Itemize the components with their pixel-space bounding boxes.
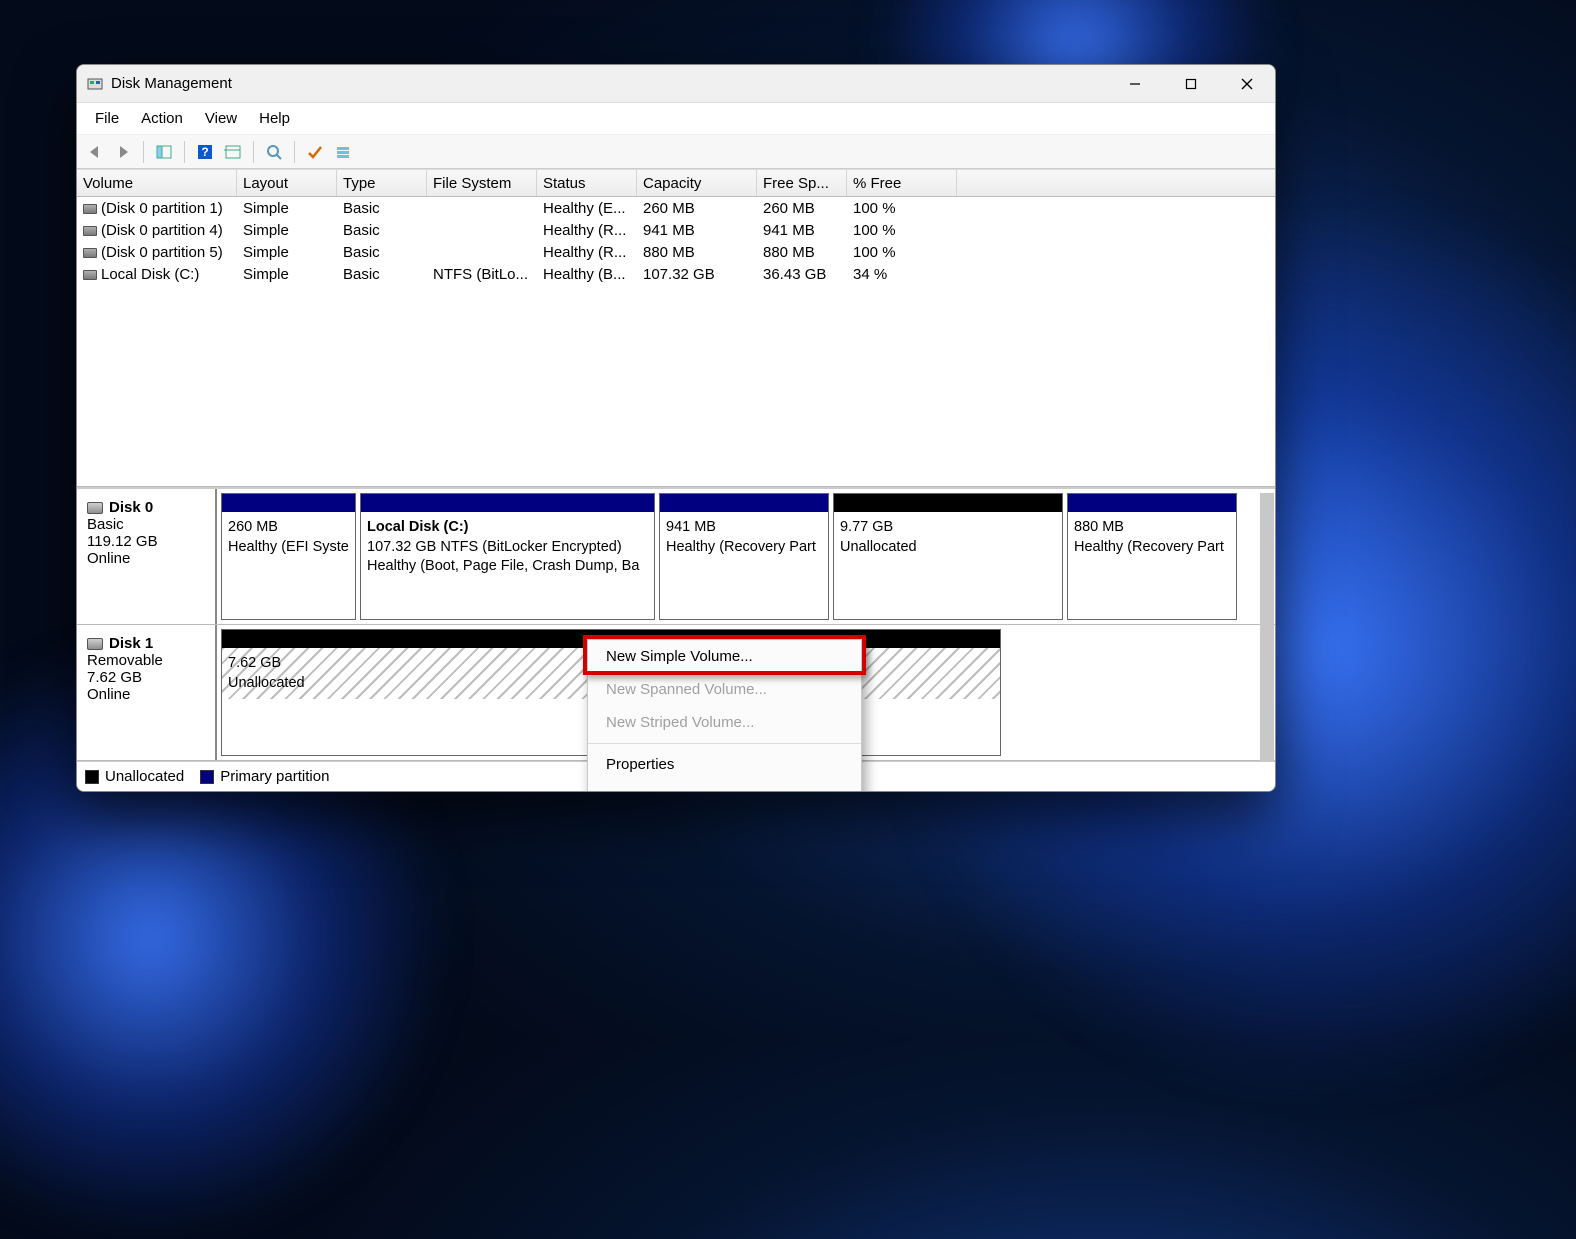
partition[interactable]: Local Disk (C:)107.32 GB NTFS (BitLocker… [360, 493, 655, 620]
col-layout[interactable]: Layout [237, 170, 337, 196]
list-view-icon[interactable] [331, 140, 355, 164]
col-filesystem[interactable]: File System [427, 170, 537, 196]
toolbar: ? [77, 135, 1275, 169]
volume-table-header: Volume Layout Type File System Status Ca… [77, 169, 1275, 197]
disk0-label[interactable]: Disk 0 Basic 119.12 GB Online [77, 489, 217, 624]
svg-text:?: ? [201, 145, 208, 159]
nav-back-icon[interactable] [83, 140, 107, 164]
col-capacity[interactable]: Capacity [637, 170, 757, 196]
table-row[interactable]: (Disk 0 partition 5)SimpleBasicHealthy (… [77, 241, 1275, 263]
partition[interactable]: 9.77 GBUnallocated [833, 493, 1063, 620]
context-menu-item[interactable]: New Simple Volume... [588, 640, 861, 673]
table-row[interactable]: Local Disk (C:)SimpleBasicNTFS (BitLo...… [77, 263, 1275, 285]
col-volume[interactable]: Volume [77, 170, 237, 196]
disk-icon [87, 502, 103, 514]
legend-swatch-primary [200, 770, 214, 784]
minimize-button[interactable] [1107, 65, 1163, 103]
help-icon[interactable]: ? [193, 140, 217, 164]
context-menu-item[interactable]: Help [588, 781, 861, 792]
nav-forward-icon[interactable] [111, 140, 135, 164]
menu-help[interactable]: Help [249, 106, 300, 131]
context-menu-item[interactable]: Properties [588, 748, 861, 781]
show-hide-console-tree-icon[interactable] [152, 140, 176, 164]
context-menu-item: New Spanned Volume... [588, 673, 861, 706]
col-type[interactable]: Type [337, 170, 427, 196]
legend-primary: Primary partition [220, 768, 329, 785]
context-menu-separator [588, 743, 861, 744]
legend-swatch-unallocated [85, 770, 99, 784]
table-row[interactable]: (Disk 0 partition 1)SimpleBasicHealthy (… [77, 197, 1275, 219]
menu-file[interactable]: File [85, 106, 129, 131]
menu-view[interactable]: View [195, 106, 247, 131]
col-status[interactable]: Status [537, 170, 637, 196]
close-button[interactable] [1219, 65, 1275, 103]
table-row[interactable]: (Disk 0 partition 4)SimpleBasicHealthy (… [77, 219, 1275, 241]
apply-icon[interactable] [303, 140, 327, 164]
partition[interactable]: 880 MBHealthy (Recovery Part [1067, 493, 1237, 620]
partition[interactable]: 260 MBHealthy (EFI Syste [221, 493, 356, 620]
disk0-partitions: 260 MBHealthy (EFI SysteLocal Disk (C:)1… [217, 489, 1275, 624]
disk1-label[interactable]: Disk 1 Removable 7.62 GB Online [77, 625, 217, 760]
context-menu-item: New Striped Volume... [588, 706, 861, 739]
disk-management-app-icon [87, 76, 103, 92]
disk0-row: Disk 0 Basic 119.12 GB Online 260 MBHeal… [77, 489, 1275, 625]
menu-action[interactable]: Action [131, 106, 193, 131]
legend-unallocated: Unallocated [105, 768, 184, 785]
disk-icon [87, 638, 103, 650]
context-menu: New Simple Volume...New Spanned Volume..… [587, 639, 862, 792]
refresh-icon[interactable] [221, 140, 245, 164]
maximize-button[interactable] [1163, 65, 1219, 103]
disk-management-window: Disk Management File Action View Help ? … [76, 64, 1276, 792]
partition[interactable]: 941 MBHealthy (Recovery Part [659, 493, 829, 620]
col-percent-free[interactable]: % Free [847, 170, 957, 196]
window-title: Disk Management [111, 75, 232, 92]
col-free-space[interactable]: Free Sp... [757, 170, 847, 196]
rescan-icon[interactable] [262, 140, 286, 164]
graphical-view: Disk 0 Basic 119.12 GB Online 260 MBHeal… [77, 487, 1275, 791]
menubar: File Action View Help [77, 103, 1275, 135]
titlebar: Disk Management [77, 65, 1275, 103]
volume-table-body: (Disk 0 partition 1)SimpleBasicHealthy (… [77, 197, 1275, 487]
